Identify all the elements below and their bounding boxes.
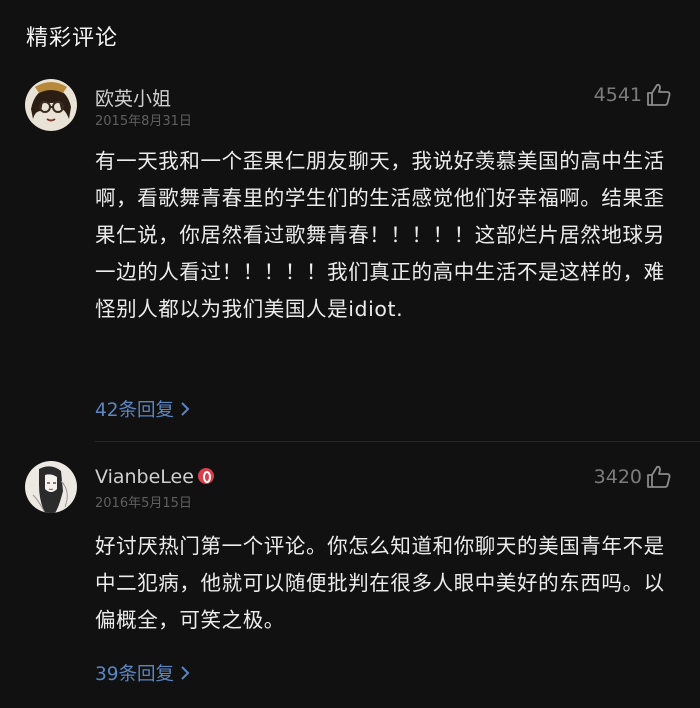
username[interactable]: VianbeLee — [95, 466, 214, 488]
comment-date: 2015年8月31日 — [95, 114, 192, 129]
music-badge-icon — [197, 467, 214, 484]
replies-count: 42条回复 — [95, 400, 175, 421]
avatar[interactable] — [25, 79, 77, 131]
like-button[interactable]: 4541 — [594, 83, 672, 107]
username-text: VianbeLee — [95, 466, 194, 488]
replies-count: 39条回复 — [95, 664, 175, 685]
replies-link[interactable]: 39条回复 — [95, 660, 190, 686]
like-count: 3420 — [593, 466, 642, 488]
sketch-avatar-icon — [25, 461, 77, 513]
replies-link[interactable]: 42条回复 — [95, 396, 190, 422]
like-button[interactable]: 3420 — [594, 465, 672, 489]
comment-text: 有一天我和一个歪果仁朋友聊天，我说好羡慕美国的高中生活啊，看歌舞青春里的学生们的… — [95, 149, 665, 321]
chevron-right-icon — [181, 666, 190, 680]
thumbs-up-icon — [647, 83, 671, 106]
cartoon-avatar-icon — [25, 79, 77, 131]
section-title: 精彩评论 — [26, 26, 119, 51]
like-count: 4541 — [593, 84, 642, 106]
chevron-right-icon — [181, 402, 190, 416]
avatar[interactable] — [25, 461, 77, 513]
username[interactable]: 欧英小姐 — [95, 84, 171, 111]
comment-text: 好讨厌热门第一个评论。你怎么知道和你聊天的美国青年不是中二犯病，他就可以随便批判… — [95, 534, 665, 632]
divider — [95, 441, 700, 442]
comment-date: 2016年5月15日 — [95, 496, 192, 511]
thumbs-up-icon — [647, 465, 671, 488]
